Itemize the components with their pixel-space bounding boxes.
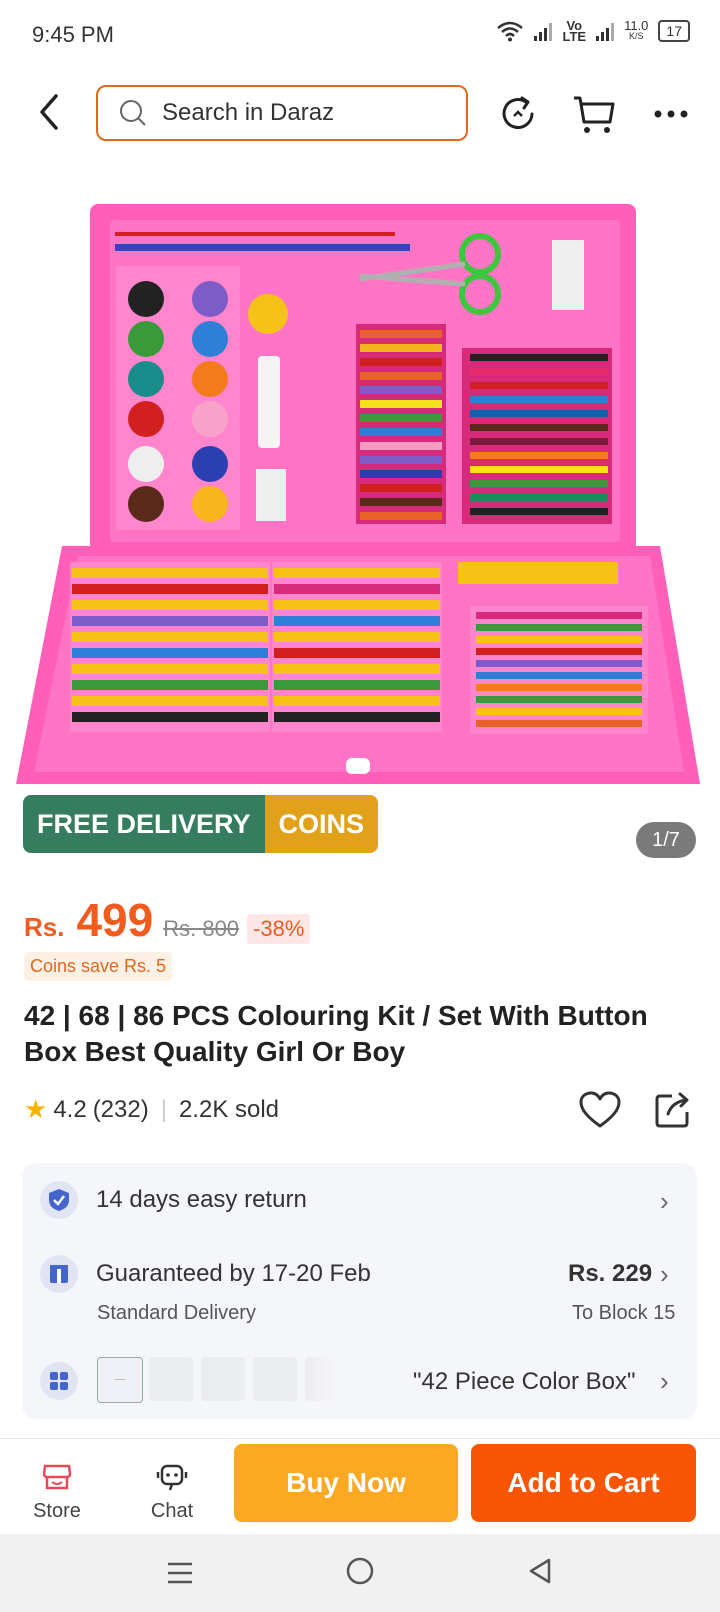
variant-thumb[interactable] <box>305 1357 335 1401</box>
search-icon <box>120 100 146 126</box>
review-count: (232) <box>92 1095 149 1123</box>
more-icon <box>654 110 688 118</box>
battery-icon: 17 <box>658 20 690 42</box>
home-icon[interactable] <box>345 1556 375 1586</box>
refresh-icon <box>502 96 534 129</box>
volte-label: Vo LTE <box>562 19 587 44</box>
sold-count: 2.2K sold <box>178 1095 280 1123</box>
delivery-guarantee-text[interactable]: Guaranteed by 17-20 Feb <box>96 1260 371 1288</box>
variant-grid-icon <box>40 1362 78 1400</box>
return-shield-icon <box>40 1181 78 1219</box>
variant-thumb[interactable] <box>201 1357 245 1401</box>
coins-badge: COINS <box>264 795 379 853</box>
divider: | <box>160 1095 167 1123</box>
menu-icon[interactable] <box>165 1558 195 1588</box>
battery-level: 17 <box>666 23 682 39</box>
status-bar: 9:45 PM Vo LTE 11.0 K/S 17 <box>0 0 720 72</box>
original-price: Rs. 800 <box>163 916 240 941</box>
current-price: 499 <box>76 894 154 946</box>
variant-thumb-label: — <box>115 1374 125 1385</box>
coloring-kit-image <box>16 204 700 784</box>
image-counter: 1/7 <box>636 822 696 858</box>
search-bar[interactable]: Search in Daraz <box>96 85 468 141</box>
delivery-location[interactable]: To Block 15 <box>572 1302 675 1325</box>
lte-text: LTE <box>562 29 587 44</box>
variant-thumb[interactable] <box>253 1357 297 1401</box>
chat-icon <box>156 1464 188 1491</box>
back-triangle-icon[interactable] <box>525 1556 555 1586</box>
wishlist-button[interactable] <box>578 1090 622 1130</box>
store-label: Store <box>33 1500 81 1522</box>
share-icon <box>655 1092 689 1128</box>
promo-badge: FREE DELIVERY COINS <box>23 795 379 853</box>
back-button[interactable] <box>30 92 70 132</box>
variant-thumb[interactable]: — <box>97 1357 143 1403</box>
chevron-right-icon[interactable]: › <box>660 1259 669 1290</box>
chevron-right-icon[interactable]: › <box>660 1186 669 1217</box>
chat-button[interactable]: Chat <box>132 1462 212 1523</box>
store-button[interactable]: Store <box>17 1462 97 1523</box>
net-speed-value: 11.0 <box>624 18 649 33</box>
chat-label: Chat <box>150 1500 194 1522</box>
variant-thumb[interactable] <box>149 1357 193 1401</box>
chevron-left-icon <box>40 94 58 130</box>
cart-icon <box>574 96 615 133</box>
heart-icon <box>579 1091 621 1128</box>
rating-row[interactable]: ★ 4.2 (232) | 2.2K sold <box>24 1094 279 1125</box>
coins-save-tag: Coins save Rs. 5 <box>24 952 173 981</box>
system-navigation-bar <box>0 1534 720 1612</box>
cart-button[interactable] <box>572 92 616 136</box>
status-icons: Vo LTE 11.0 K/S 17 <box>496 18 690 44</box>
price-currency: Rs. <box>24 912 65 942</box>
status-time: 9:45 PM <box>32 22 114 47</box>
discount-badge: -38% <box>247 914 311 944</box>
delivery-box-icon <box>40 1255 78 1293</box>
more-button[interactable] <box>650 92 694 136</box>
share-button[interactable] <box>652 1090 692 1130</box>
return-policy-text[interactable]: 14 days easy return <box>96 1186 307 1214</box>
free-delivery-badge: FREE DELIVERY <box>23 795 265 853</box>
price-row: Rs. 499 Rs. 800 -38% <box>24 893 311 947</box>
history-button[interactable] <box>496 92 540 136</box>
rating-value: 4.2 <box>53 1095 87 1123</box>
wifi-icon <box>497 21 524 42</box>
selected-variant[interactable]: "42 Piece Color Box" <box>413 1368 635 1396</box>
add-to-cart-button[interactable]: Add to Cart <box>471 1444 696 1522</box>
buy-now-button[interactable]: Buy Now <box>234 1444 458 1522</box>
signal-icon <box>534 21 553 41</box>
product-image[interactable] <box>0 184 720 864</box>
product-title: 42 | 68 | 86 PCS Colouring Kit / Set Wit… <box>24 1000 648 1067</box>
delivery-price: Rs. 229 <box>568 1260 653 1287</box>
store-icon <box>42 1464 72 1490</box>
net-speed: 11.0 K/S <box>624 18 649 42</box>
signal-icon-2 <box>596 21 615 41</box>
chevron-right-icon[interactable]: › <box>660 1366 669 1397</box>
search-placeholder: Search in Daraz <box>162 99 335 126</box>
star-icon: ★ <box>24 1094 48 1124</box>
delivery-type-text: Standard Delivery <box>97 1302 256 1324</box>
